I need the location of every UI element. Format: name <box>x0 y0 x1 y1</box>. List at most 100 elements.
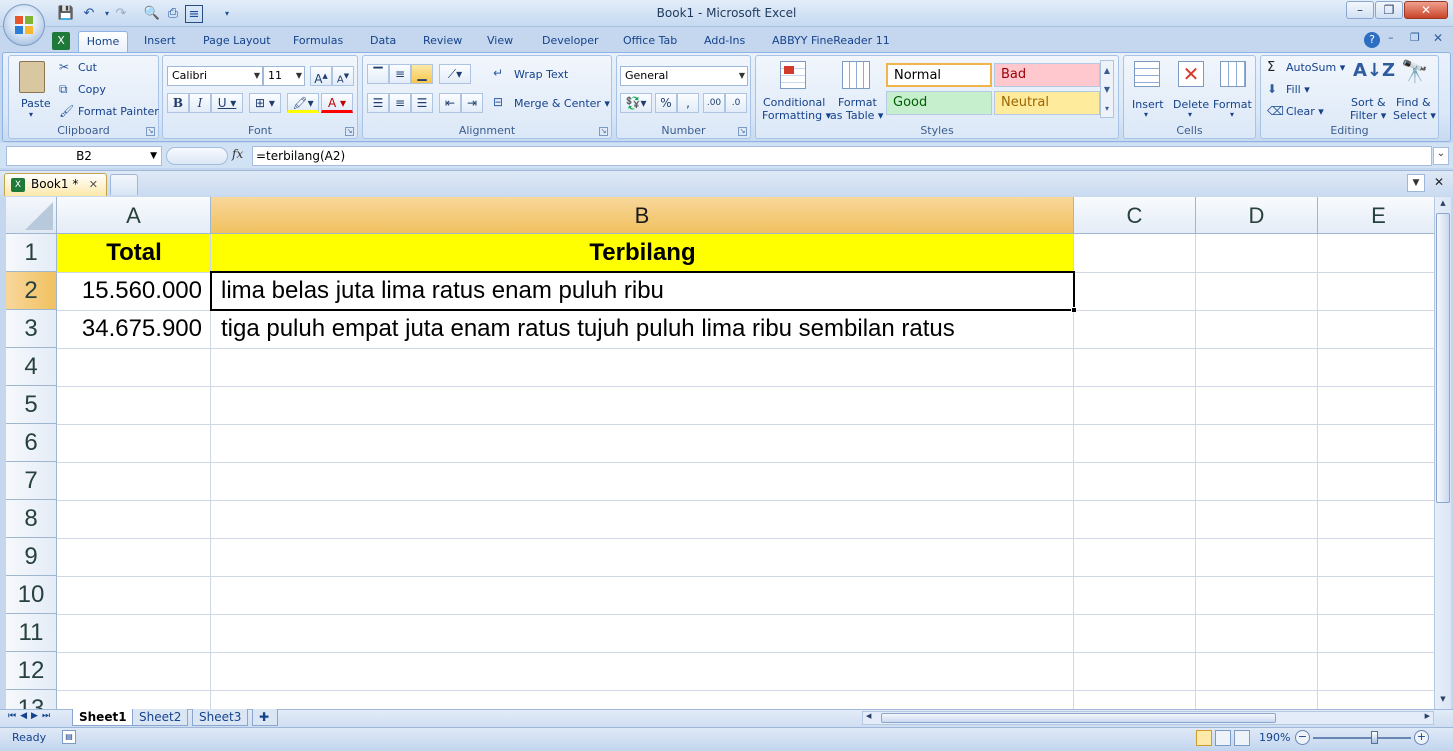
formula-input[interactable]: =terbilang(A2) <box>252 146 1432 166</box>
row-header-1[interactable]: 1 <box>6 234 57 272</box>
page-layout-view-icon[interactable] <box>1215 730 1231 746</box>
number-format-select[interactable]: General ▼ <box>620 66 748 86</box>
alignment-launcher-icon[interactable]: ↘ <box>599 127 608 136</box>
zoom-in-icon[interactable]: + <box>1414 730 1429 745</box>
row-header-6[interactable]: 6 <box>6 424 57 462</box>
tab-formulas[interactable]: Formulas <box>289 31 347 52</box>
bold-button[interactable]: B <box>167 93 189 113</box>
cell-b3[interactable]: tiga puluh empat juta enam ratus tujuh p… <box>221 310 955 348</box>
tab-data[interactable]: Data <box>366 31 400 52</box>
qat-customize-icon[interactable]: ▾ <box>218 5 236 23</box>
new-tab-button[interactable] <box>110 174 138 195</box>
scroll-down-icon[interactable]: ▼ <box>1437 695 1449 707</box>
sheet-tab-2[interactable]: Sheet2 <box>132 709 189 726</box>
row-header-2[interactable]: 2 <box>6 272 57 310</box>
tab-add-ins[interactable]: Add-Ins <box>700 31 749 52</box>
vertical-scroll-thumb[interactable] <box>1436 213 1450 503</box>
tab-home[interactable]: Home <box>78 31 128 52</box>
clipboard-launcher-icon[interactable]: ↘ <box>146 127 155 136</box>
row-header-5[interactable]: 5 <box>6 386 57 424</box>
close-button[interactable]: ✕ <box>1404 1 1448 19</box>
column-header-a[interactable]: A <box>57 197 211 234</box>
font-size-select[interactable]: 11 ▼ <box>263 66 305 86</box>
format-as-table-button[interactable]: Format as Table ▾ <box>828 58 884 124</box>
print-icon[interactable]: ⎙ <box>164 5 182 23</box>
merge-center-button[interactable]: Merge & Center ▾ <box>514 97 610 110</box>
print-preview-icon[interactable]: 🔍 <box>143 5 161 23</box>
row-header-8[interactable]: 8 <box>6 500 57 538</box>
save-icon[interactable]: 💾 <box>57 5 75 23</box>
borders-button[interactable]: ⊞ ▾ <box>249 93 281 113</box>
sheet-nav-icons[interactable]: ⏮◀▶⏭ <box>8 711 54 721</box>
sheet-tab-3[interactable]: Sheet3 <box>192 709 249 726</box>
format-painter-button[interactable]: Format Painter <box>78 105 159 118</box>
wrap-text-button[interactable]: Wrap Text <box>514 68 568 81</box>
vertical-scrollbar[interactable]: ▲ ▼ <box>1434 197 1451 709</box>
italic-button[interactable]: I <box>189 93 211 113</box>
column-header-d[interactable]: D <box>1196 197 1318 234</box>
column-header-b[interactable]: B <box>211 197 1074 234</box>
tab-page-layout[interactable]: Page Layout <box>199 31 275 52</box>
scroll-right-icon[interactable]: ▶ <box>1425 712 1430 720</box>
row-header-7[interactable]: 7 <box>6 462 57 500</box>
delete-cells-button[interactable]: ✕ Delete ▾ <box>1170 58 1212 124</box>
row-header-3[interactable]: 3 <box>6 310 57 348</box>
row-header-4[interactable]: 4 <box>6 348 57 386</box>
minimize-button[interactable]: – <box>1346 1 1374 19</box>
number-launcher-icon[interactable]: ↘ <box>738 127 747 136</box>
shrink-font-button[interactable]: A▼ <box>332 66 354 86</box>
column-header-e[interactable]: E <box>1318 197 1434 234</box>
undo-icon[interactable]: ↶ <box>80 5 98 23</box>
normal-view-icon[interactable] <box>1196 730 1212 746</box>
tab-abbyy[interactable]: ABBYY FineReader 11 <box>768 31 894 52</box>
fill-button[interactable]: Fill ▾ <box>1286 83 1310 96</box>
horizontal-scrollbar[interactable]: ◀ ▶ <box>862 711 1434 725</box>
cut-button[interactable]: Cut <box>78 61 97 74</box>
zoom-slider-thumb[interactable] <box>1371 731 1378 744</box>
row-header-12[interactable]: 12 <box>6 652 57 690</box>
increase-indent-button[interactable]: ⇥ <box>461 93 483 113</box>
ribbon-restore-icon[interactable]: ❐ <box>1410 31 1420 44</box>
style-bad[interactable]: Bad <box>994 63 1100 87</box>
paste-button[interactable]: Paste ▾ <box>11 58 55 124</box>
document-tab-book1[interactable]: X Book1 * ✕ <box>4 173 107 196</box>
cell-a2[interactable]: 15.560.000 <box>57 272 202 310</box>
expand-formula-icon[interactable]: ⌄ <box>1433 147 1449 165</box>
row-header-13[interactable]: 13 <box>6 690 57 709</box>
accounting-format-button[interactable]: 💱▾ <box>620 93 652 113</box>
tab-review[interactable]: Review <box>419 31 466 52</box>
underline-button[interactable]: U ▾ <box>211 93 243 113</box>
cell-a3[interactable]: 34.675.900 <box>57 310 202 348</box>
comma-button[interactable]: , <box>677 93 699 113</box>
decrease-decimal-button[interactable]: .0 <box>725 93 747 113</box>
ribbon-close-icon[interactable]: ✕ <box>1433 31 1443 45</box>
copy-button[interactable]: Copy <box>78 83 106 96</box>
row-header-10[interactable]: 10 <box>6 576 57 614</box>
align-center-button[interactable]: ≡ <box>389 93 411 113</box>
formula-bar-splitter[interactable] <box>166 147 228 165</box>
align-icon[interactable]: ≡ <box>185 5 203 23</box>
align-middle-button[interactable]: ≡ <box>389 64 411 84</box>
cell-b1[interactable]: Terbilang <box>211 234 1074 272</box>
spreadsheet-grid[interactable]: A B C D E 1 2 3 4 5 6 7 8 9 10 11 12 13 … <box>6 197 1434 709</box>
tab-view[interactable]: View <box>483 31 517 52</box>
sheet-tab-1[interactable]: Sheet1 <box>72 709 134 726</box>
tab-office-tab[interactable]: Office Tab <box>619 31 681 52</box>
close-window-icon[interactable]: ✕ <box>1430 174 1448 192</box>
font-launcher-icon[interactable]: ↘ <box>345 127 354 136</box>
redo-icon[interactable]: ↷ <box>112 5 130 23</box>
fill-handle[interactable] <box>1071 307 1077 313</box>
autosum-button[interactable]: AutoSum ▾ <box>1286 61 1345 74</box>
restore-button[interactable]: ❐ <box>1375 1 1403 19</box>
select-all-button[interactable] <box>6 197 57 234</box>
style-good[interactable]: Good <box>886 91 992 115</box>
zoom-level[interactable]: 190% <box>1259 731 1290 744</box>
insert-cells-button[interactable]: Insert ▾ <box>1126 58 1170 124</box>
scroll-left-icon[interactable]: ◀ <box>866 712 871 720</box>
fill-color-button[interactable]: 🖍▾ <box>287 93 319 113</box>
align-bottom-button[interactable]: ▁ <box>411 64 433 84</box>
format-cells-button[interactable]: Format ▾ <box>1212 58 1254 124</box>
insert-sheet-icon[interactable]: ✚ <box>252 709 278 726</box>
conditional-formatting-button[interactable]: Conditional Formatting ▾ <box>758 58 831 124</box>
increase-decimal-button[interactable]: .00 <box>703 93 725 113</box>
